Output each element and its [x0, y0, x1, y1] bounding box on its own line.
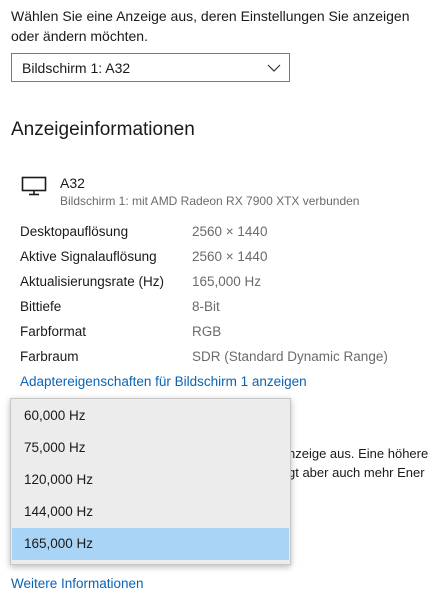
info-label: Aktualisierungsrate (Hz)	[20, 274, 165, 289]
refresh-option-75[interactable]: 75,000 Hz	[12, 432, 289, 464]
info-value: RGB	[192, 324, 222, 339]
refresh-description-line-2: gt aber auch mehr Ener	[288, 465, 425, 480]
refresh-option-60[interactable]: 60,000 Hz	[12, 400, 289, 432]
display-select-value: Bildschirm 1: A32	[22, 60, 131, 76]
info-value: 2560 × 1440	[192, 224, 268, 239]
monitor-subtitle: Bildschirm 1: mit AMD Radeon RX 7900 XTX…	[60, 194, 360, 208]
info-value: SDR (Standard Dynamic Range)	[192, 349, 388, 364]
display-select[interactable]: Bildschirm 1: A32	[11, 53, 290, 82]
info-row-bit-depth: Bittiefe 8-Bit	[20, 297, 433, 317]
info-label: Aktive Signalauflösung	[20, 249, 157, 264]
refresh-rate-dropdown: 60,000 Hz 75,000 Hz 120,000 Hz 144,000 H…	[10, 398, 291, 565]
refresh-option-165[interactable]: 165,000 Hz	[12, 528, 289, 560]
section-title: Anzeigeinformationen	[11, 119, 195, 140]
info-value: 2560 × 1440	[192, 249, 268, 264]
info-row-signal-resolution: Aktive Signalauflösung 2560 × 1440	[20, 247, 433, 267]
info-label: Farbformat	[20, 324, 87, 339]
refresh-description-line-1: nzeige aus. Eine höhere	[288, 446, 429, 461]
refresh-option-144[interactable]: 144,000 Hz	[12, 496, 289, 528]
info-row-refresh-rate: Aktualisierungsrate (Hz) 165,000 Hz	[20, 272, 433, 292]
more-info-link[interactable]: Weitere Informationen	[11, 575, 144, 593]
info-label: Desktopauflösung	[20, 224, 129, 239]
monitor-name: A32	[60, 175, 85, 191]
refresh-option-120[interactable]: 120,000 Hz	[12, 464, 289, 496]
info-label: Farbraum	[20, 349, 79, 364]
chevron-down-icon	[267, 64, 281, 72]
info-label: Bittiefe	[20, 299, 62, 314]
info-value: 8-Bit	[192, 299, 220, 314]
intro-text: Wählen Sie eine Anzeige aus, deren Einst…	[11, 8, 410, 44]
info-value: 165,000 Hz	[192, 274, 262, 289]
adapter-properties-link[interactable]: Adaptereigenschaften für Bildschirm 1 an…	[20, 372, 307, 392]
monitor-icon	[21, 176, 47, 196]
info-row-color-space: Farbraum SDR (Standard Dynamic Range)	[20, 347, 433, 367]
info-row-desktop-resolution: Desktopauflösung 2560 × 1440	[20, 222, 433, 242]
info-row-color-format: Farbformat RGB	[20, 322, 433, 342]
